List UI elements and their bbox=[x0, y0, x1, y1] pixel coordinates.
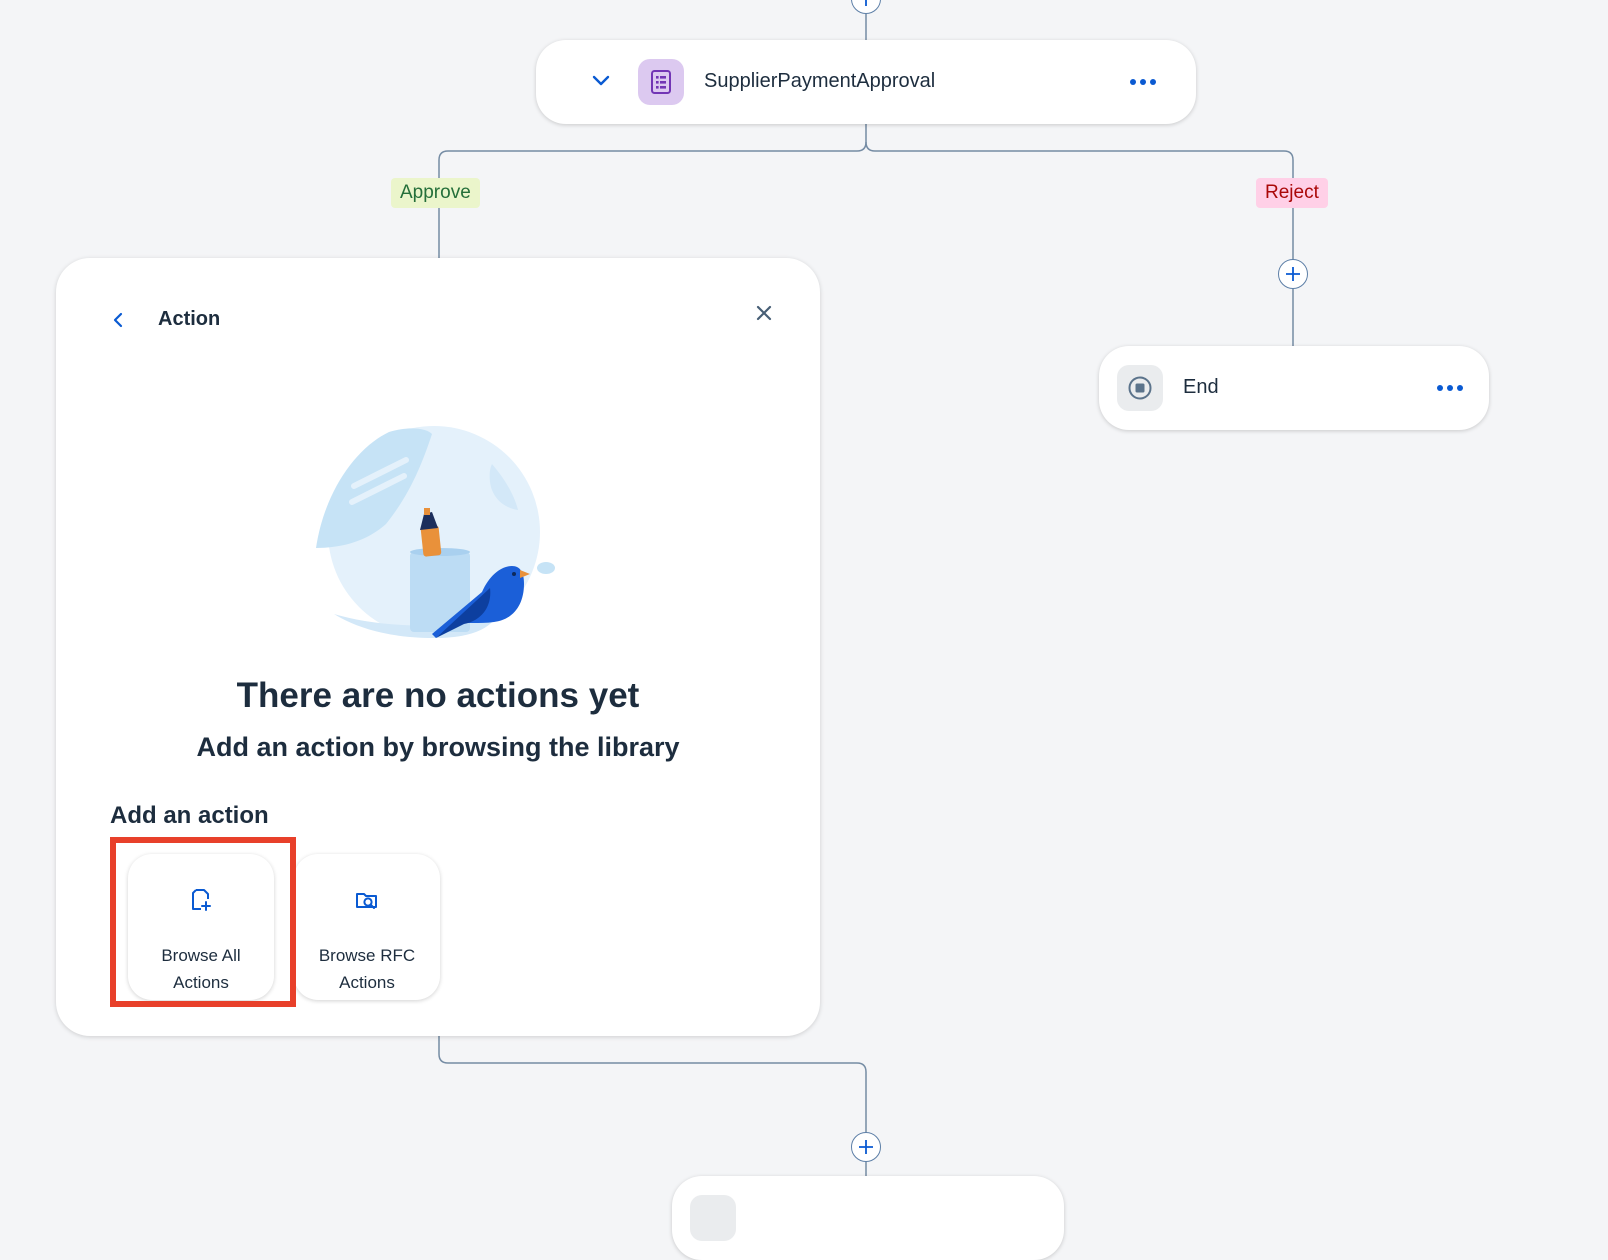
browse-rfc-actions-button[interactable]: Browse RFC Actions bbox=[294, 854, 440, 1000]
stop-circle-icon bbox=[1128, 376, 1152, 400]
tile-label-line1: Browse RFC bbox=[318, 946, 416, 965]
browse-all-actions-button[interactable]: Browse All Actions bbox=[128, 854, 274, 1000]
chevron-down-icon bbox=[592, 75, 610, 86]
step-type-icon-box bbox=[638, 59, 684, 105]
back-button[interactable] bbox=[106, 308, 130, 332]
add-step-button-bottom[interactable] bbox=[851, 1132, 881, 1162]
step-title: End bbox=[1183, 376, 1219, 398]
tile-label-line2: Actions bbox=[173, 973, 229, 992]
dot bbox=[1150, 79, 1156, 85]
plus-icon bbox=[1286, 267, 1300, 281]
close-icon bbox=[756, 305, 772, 321]
empty-state-subtitle: Add an action by browsing the library bbox=[196, 732, 680, 762]
folder-search-icon bbox=[356, 893, 377, 909]
panel-title: Action bbox=[158, 308, 221, 330]
branch-label-approve: Approve bbox=[391, 178, 480, 208]
tile-label-line1: Browse All bbox=[161, 946, 241, 965]
end-icon-box bbox=[1117, 365, 1163, 411]
tile-label: Browse RFC Actions bbox=[294, 942, 440, 996]
plus-icon bbox=[859, 1140, 873, 1154]
step-card-supplier-payment-approval[interactable]: SupplierPaymentApproval bbox=[536, 40, 1196, 124]
step-card-bottom[interactable] bbox=[672, 1176, 1064, 1260]
branch-label-reject: Reject bbox=[1256, 178, 1328, 208]
close-button[interactable] bbox=[751, 300, 777, 326]
chevron-left-icon bbox=[113, 312, 123, 328]
step-more-options-button[interactable] bbox=[1126, 73, 1160, 91]
dot bbox=[1447, 385, 1453, 391]
document-add-icon bbox=[192, 889, 211, 911]
add-action-section-label: Add an action bbox=[110, 802, 269, 829]
dot bbox=[1140, 79, 1146, 85]
dot bbox=[1130, 79, 1136, 85]
add-step-button-top[interactable] bbox=[851, 0, 881, 14]
step-card-end[interactable]: End bbox=[1099, 346, 1489, 430]
end-more-options-button[interactable] bbox=[1433, 379, 1467, 397]
plus-icon bbox=[865, 0, 867, 6]
tile-label-line2: Actions bbox=[339, 973, 395, 992]
action-panel: Action There are no actions yet Add an a… bbox=[56, 258, 820, 1036]
tile-label: Browse All Actions bbox=[128, 942, 274, 996]
collapse-chevron-button[interactable] bbox=[590, 70, 612, 92]
dot bbox=[1457, 385, 1463, 391]
empty-state-illustration bbox=[316, 426, 555, 638]
step-title: SupplierPaymentApproval bbox=[704, 70, 936, 92]
dot bbox=[1437, 385, 1443, 391]
form-icon bbox=[651, 70, 671, 94]
add-step-button-reject[interactable] bbox=[1278, 259, 1308, 289]
empty-state-title: There are no actions yet bbox=[236, 676, 640, 715]
